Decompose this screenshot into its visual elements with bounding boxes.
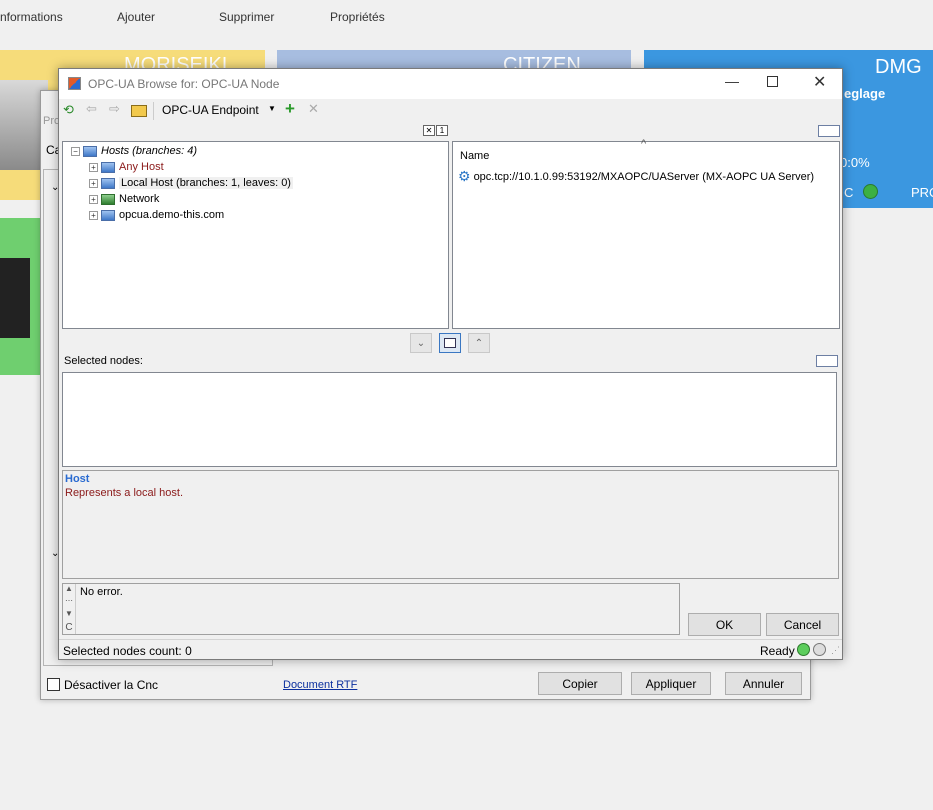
ribbon-informations-label: nformations [0,10,63,24]
info-title: Host [65,473,90,485]
ribbon-supprimer[interactable]: Supprimer [210,0,290,30]
gear-icon: ⚙ [458,168,471,184]
delete-icon[interactable]: ✕ [308,101,319,117]
log-scrollbar[interactable]: ▲ ⋯ ▼ C [63,584,76,634]
status-bar: Selected nodes count: 0 Ready ⋰ [59,639,842,660]
card-dmg-subtitle: eglage [844,86,886,101]
tree-label: Local Host (branches: 1, leaves: 0) [119,177,293,189]
pin-icon[interactable]: 1 [436,125,448,136]
app-icon [68,77,81,90]
appliquer-button[interactable]: Appliquer [631,672,711,695]
card-dmg-pro: PRO [911,185,933,200]
folder-up-icon[interactable] [131,105,147,117]
selected-count: Selected nodes count: 0 [63,644,192,658]
expand-toggle[interactable]: + [89,194,98,204]
list-item[interactable]: ⚙ opc.tcp://10.1.0.99:53192/MXAOPC/UASer… [458,168,814,185]
refresh-icon[interactable]: ⟲ [63,102,74,118]
log-panel: ▲ ⋯ ▼ C No error. [62,583,680,635]
column-header-name[interactable]: Name [460,150,489,162]
computer-icon [101,209,115,221]
ribbon-supprimer-label: Supprimer [219,10,275,24]
tree-item[interactable]: + Any Host [89,159,164,175]
grid-view-icon[interactable] [816,355,838,367]
info-description: Represents a local host. [65,487,184,499]
desactiver-label: Désactiver la Cnc [64,678,159,692]
computer-icon [101,161,115,173]
info-panel: Host Represents a local host. [62,470,839,579]
tree-label: Network [119,193,160,205]
ribbon-ajouter[interactable]: Ajouter [110,0,170,30]
list-item-label: opc.tcp://10.1.0.99:53192/MXAOPC/UAServe… [473,170,815,183]
scroll-down-icon[interactable]: ▼ [63,609,75,622]
grid-view-icon[interactable] [818,125,840,137]
minimize-icon[interactable]: — [725,73,739,89]
ribbon-proprietes-label: Propriétés [330,10,385,24]
ready-label: Ready [760,644,795,658]
toolbar-separator [153,102,154,120]
log-text: No error. [80,586,123,598]
chevron-down-icon[interactable]: ▼ [268,104,276,113]
ribbon-informations[interactable]: nformations [0,0,70,30]
select-button[interactable] [439,333,461,353]
annuler-button[interactable]: Annuler [725,672,802,695]
status-green-icon [797,643,810,656]
card-dmg-percent: 0:0% [840,155,870,170]
scroll-more-icon[interactable]: ⋯ [63,596,75,609]
machine-image-2 [0,258,30,338]
selected-nodes-label: Selected nodes: [64,355,143,367]
tree-label: Hosts (branches: 4) [101,145,197,157]
card-dmg-c: C [844,185,854,200]
move-up-button[interactable]: ⌃ [468,333,490,353]
add-icon[interactable]: + [285,99,295,119]
computer-icon [101,177,115,189]
expand-toggle[interactable]: + [89,178,98,188]
tree-item[interactable]: + opcua.demo-this.com [89,207,224,223]
ok-button[interactable]: OK [688,613,761,636]
tree-item[interactable]: + Network [89,191,159,207]
collapse-icon[interactable]: ✕ [423,125,435,136]
scroll-up-icon[interactable]: ▲ [63,584,75,596]
desactiver-checkbox[interactable] [47,678,60,691]
expand-toggle[interactable]: + [89,162,98,172]
opcua-browse-dialog: OPC-UA Browse for: OPC-UA Node — ✕ ⟲ ⇦ ⇨… [58,68,843,660]
toolbar: ⟲ ⇦ ⇨ OPC-UA Endpoint ▼ + ✕ [59,99,842,123]
network-icon [101,193,115,205]
log-c[interactable]: C [63,622,75,634]
copier-button[interactable]: Copier [538,672,622,695]
collapse-toggle[interactable]: − [71,146,80,156]
card-dmg-title: DMG [875,56,922,78]
tree-panel: − Hosts (branches: 4) + Any Host + Local… [62,141,449,329]
status-gray-icon [813,643,826,656]
forward-arrow-icon[interactable]: ⇨ [109,101,120,117]
selected-nodes-panel [62,372,837,467]
endpoint-select[interactable]: OPC-UA Endpoint [162,103,259,117]
document-rtf-link[interactable]: Document RTF [283,679,357,691]
tree-label: Any Host [119,161,164,173]
tree-label: opcua.demo-this.com [119,209,225,221]
close-icon[interactable]: ✕ [813,72,826,92]
ribbon-proprietes[interactable]: Propriétés [320,0,400,30]
select-icon [444,338,456,348]
tree-root[interactable]: − Hosts (branches: 4) [71,143,197,159]
ribbon-ajouter-label: Ajouter [117,10,156,24]
cancel-button[interactable]: Cancel [766,613,839,636]
maximize-icon[interactable] [767,76,778,87]
back-arrow-icon[interactable]: ⇦ [86,101,97,117]
expand-toggle[interactable]: + [89,210,98,220]
title-bar: OPC-UA Browse for: OPC-UA Node — ✕ [59,69,842,99]
move-down-button[interactable]: ⌄ [410,333,432,353]
sort-caret-icon: ^ [641,138,647,150]
status-dot-green [863,184,878,199]
hosts-icon [83,145,97,157]
dialog-title: OPC-UA Browse for: OPC-UA Node [88,77,280,91]
list-panel: ^ Name ⚙ opc.tcp://10.1.0.99:53192/MXAOP… [452,138,840,329]
card-green[interactable] [0,218,42,375]
resize-grip-icon[interactable]: ⋰ [831,645,840,656]
tree-item[interactable]: + Local Host (branches: 1, leaves: 0) [89,175,293,191]
